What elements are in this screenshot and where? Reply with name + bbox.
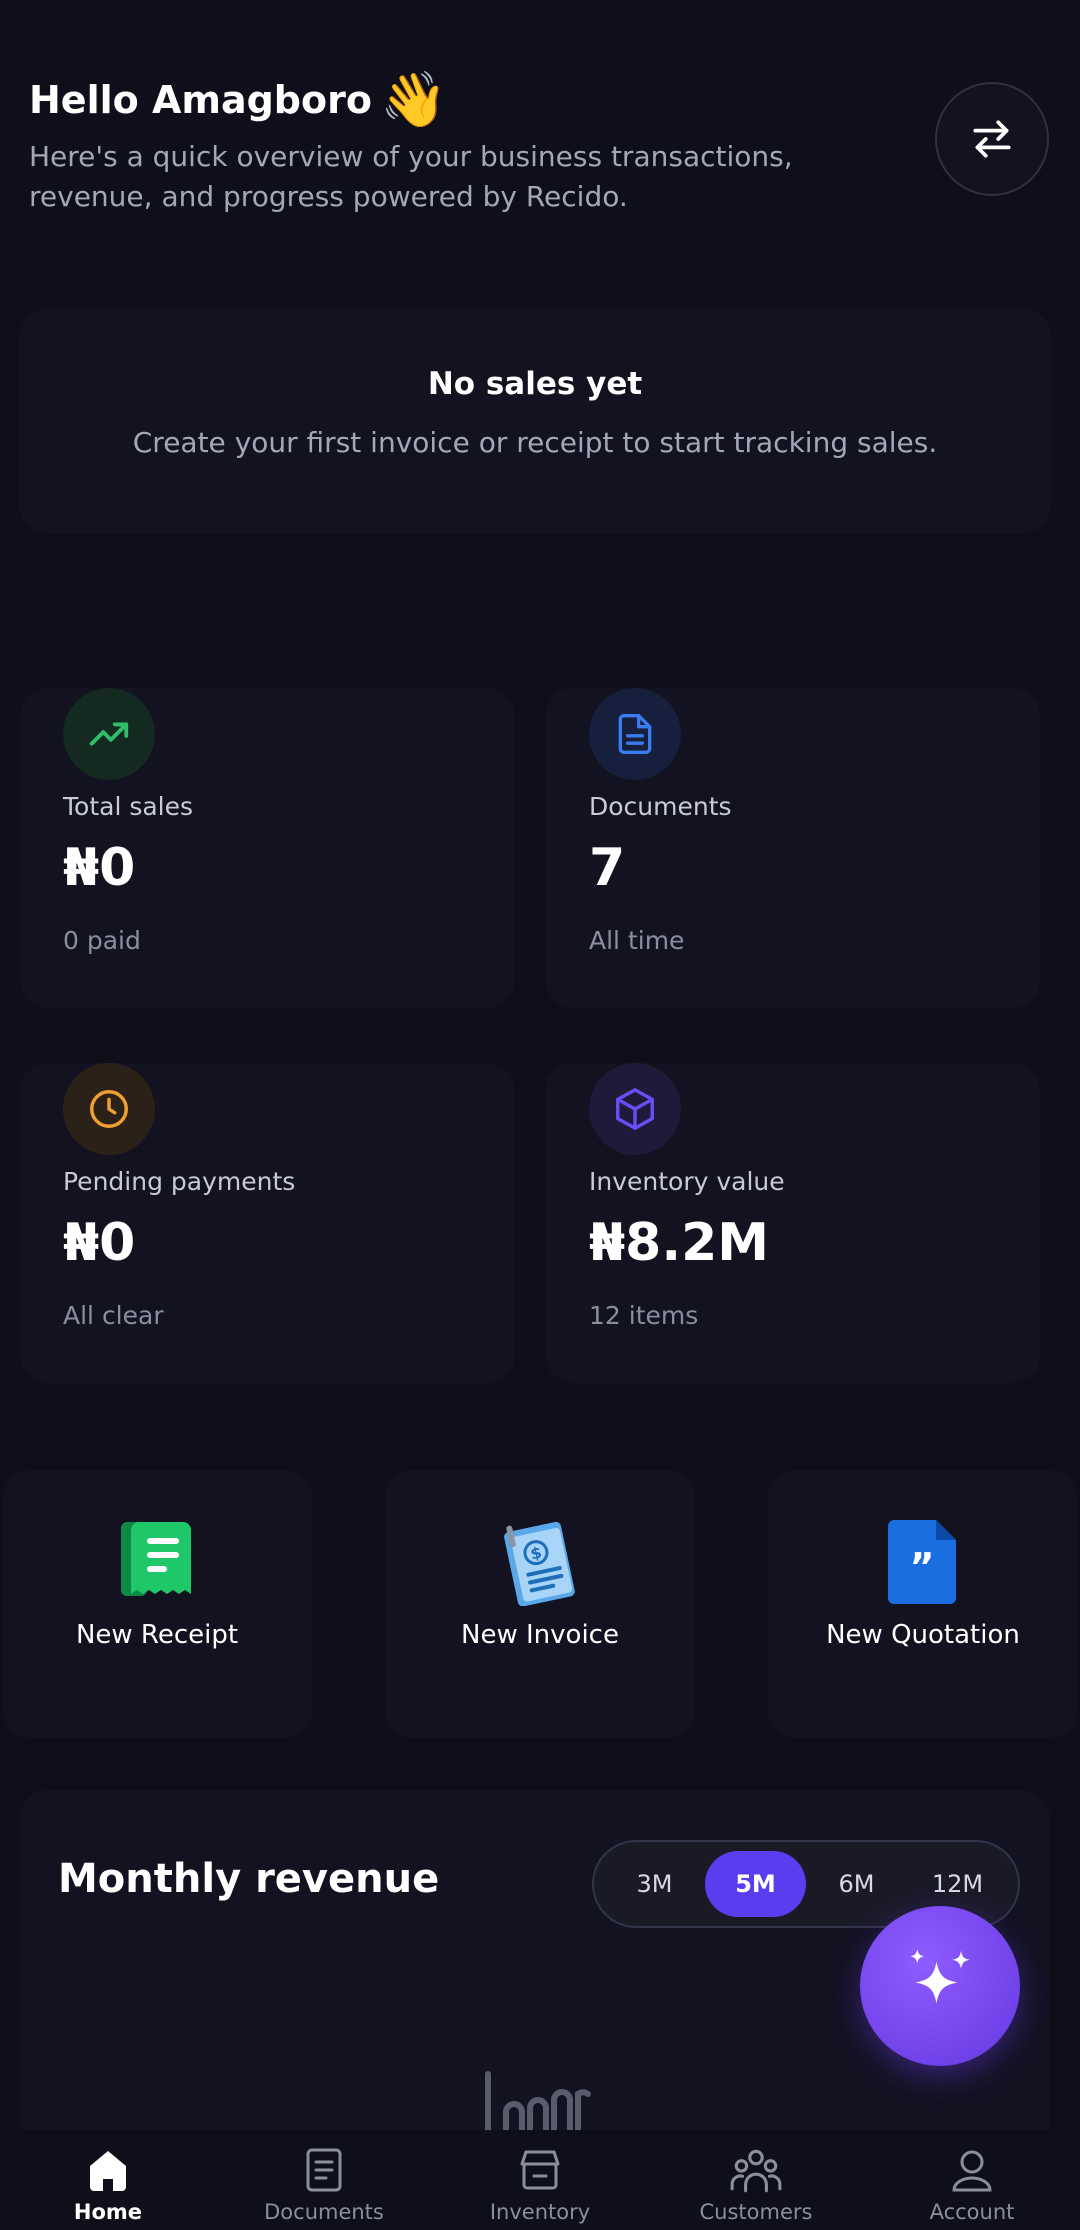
stat-label: Documents (589, 792, 732, 821)
nav-item-customers[interactable]: Customers (648, 2130, 864, 2230)
empty-sales-card: No sales yet Create your first invoice o… (20, 310, 1050, 532)
wave-emoji-icon: 👋 (379, 68, 448, 131)
action-label: New Invoice (461, 1620, 619, 1650)
sparkles-icon (910, 1949, 970, 2004)
header: Hello Amagboro 👋 Here's a quick overview… (29, 68, 909, 217)
stat-value: ₦8.2M (589, 1213, 770, 1273)
documents-icon (300, 2142, 348, 2198)
range-option-6m[interactable]: 6M (806, 1851, 907, 1917)
greeting-row: Hello Amagboro 👋 (29, 68, 909, 133)
stat-card-inventory-value[interactable]: Inventory value ₦8.2M 12 items (545, 1063, 1040, 1383)
stat-label: Total sales (63, 792, 194, 821)
document-icon (589, 688, 681, 780)
monthly-revenue-title: Monthly revenue (58, 1856, 440, 1902)
customers-icon (729, 2142, 783, 2198)
nav-item-home[interactable]: Home (0, 2130, 216, 2230)
new-invoice-button[interactable]: $ New Invoice (385, 1470, 695, 1738)
range-option-3m[interactable]: 3M (604, 1851, 705, 1917)
stat-sub: 0 paid (63, 926, 141, 955)
new-quotation-button[interactable]: ” New Quotation (768, 1470, 1078, 1738)
stat-value: ₦0 (63, 838, 136, 898)
stat-card-total-sales[interactable]: Total sales ₦0 0 paid (20, 688, 515, 1008)
nav-label: Account (929, 2200, 1015, 2224)
empty-sales-message: Create your first invoice or receipt to … (132, 426, 938, 459)
stat-label: Pending payments (63, 1167, 296, 1196)
home-icon (84, 2142, 132, 2198)
nav-label: Customers (699, 2200, 813, 2224)
clock-icon (63, 1063, 155, 1155)
account-icon (948, 2142, 996, 2198)
ai-assistant-button[interactable] (860, 1906, 1020, 2066)
stat-sub: 12 items (589, 1301, 699, 1330)
nav-label: Documents (264, 2200, 384, 2224)
trend-up-icon (63, 688, 155, 780)
nav-item-documents[interactable]: Documents (216, 2130, 432, 2230)
action-label: New Receipt (75, 1620, 239, 1650)
stat-value: 7 (589, 838, 626, 898)
stat-sub: All time (589, 926, 685, 955)
stat-sub: All clear (63, 1301, 164, 1330)
invoice-icon: $ (500, 1518, 580, 1610)
nav-label: Inventory (489, 2200, 591, 2224)
inventory-icon (516, 2142, 564, 2198)
receipt-icon (119, 1518, 195, 1606)
range-option-5m[interactable]: 5M (705, 1851, 806, 1917)
header-subtitle: Here's a quick overview of your business… (29, 139, 793, 213)
empty-sales-title: No sales yet (427, 366, 643, 402)
action-label: New Quotation (826, 1620, 1020, 1650)
nav-item-account[interactable]: Account (864, 2130, 1080, 2230)
nav-item-inventory[interactable]: Inventory (432, 2130, 648, 2230)
greeting-text: Hello Amagboro (29, 77, 372, 122)
new-receipt-button[interactable]: New Receipt (2, 1470, 312, 1738)
cube-icon (589, 1063, 681, 1155)
stat-card-pending-payments[interactable]: Pending payments ₦0 All clear (20, 1063, 515, 1383)
stat-label: Inventory value (589, 1167, 785, 1196)
stat-card-documents[interactable]: Documents 7 All time (545, 688, 1040, 1008)
nav-label: Home (73, 2200, 143, 2224)
quotation-icon: ” (888, 1518, 958, 1608)
swap-arrows-icon (973, 120, 1011, 158)
stat-value: ₦0 (63, 1213, 136, 1273)
svg-text:”: ” (910, 1545, 935, 1589)
switch-business-button[interactable] (935, 82, 1049, 196)
bottom-nav: Home Documents Inventory Customers Accou… (0, 2130, 1080, 2230)
